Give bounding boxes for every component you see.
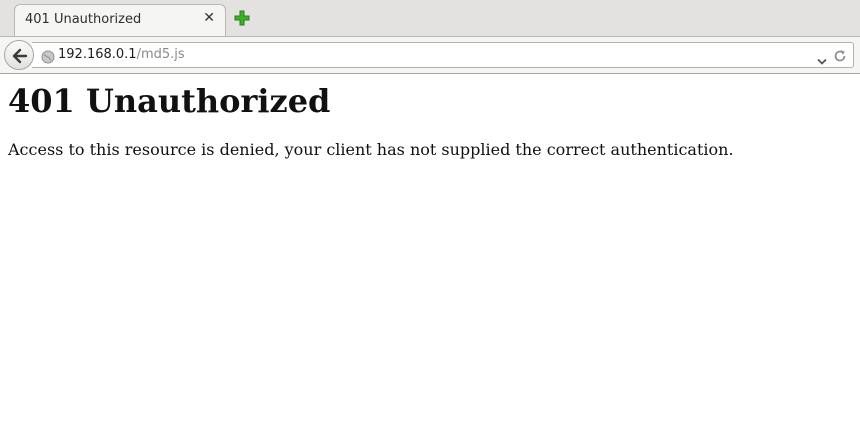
url-text[interactable]: 192.168.0.1/md5.js [58, 47, 185, 62]
chevron-down-icon[interactable] [817, 51, 827, 70]
url-host: 192.168.0.1 [58, 47, 137, 62]
page-heading: 401 Unauthorized [8, 82, 331, 120]
url-path: /md5.js [136, 47, 185, 62]
close-icon[interactable]: ✕ [203, 10, 215, 26]
plus-icon[interactable] [234, 10, 250, 26]
error-message: Access to this resource is denied, your … [8, 140, 734, 159]
url-bar[interactable]: 192.168.0.1/md5.js [32, 42, 854, 68]
page-content: 401 Unauthorized Access to this resource… [8, 84, 852, 160]
navigation-bar: 192.168.0.1/md5.js [0, 36, 860, 74]
tab-bar: 401 Unauthorized ✕ [0, 0, 860, 37]
tab-title: 401 Unauthorized [25, 12, 142, 27]
back-button[interactable] [4, 40, 34, 70]
reload-icon[interactable] [833, 48, 847, 67]
back-arrow-icon [12, 48, 28, 64]
globe-icon [41, 49, 55, 68]
tab-active[interactable]: 401 Unauthorized ✕ [14, 4, 226, 37]
